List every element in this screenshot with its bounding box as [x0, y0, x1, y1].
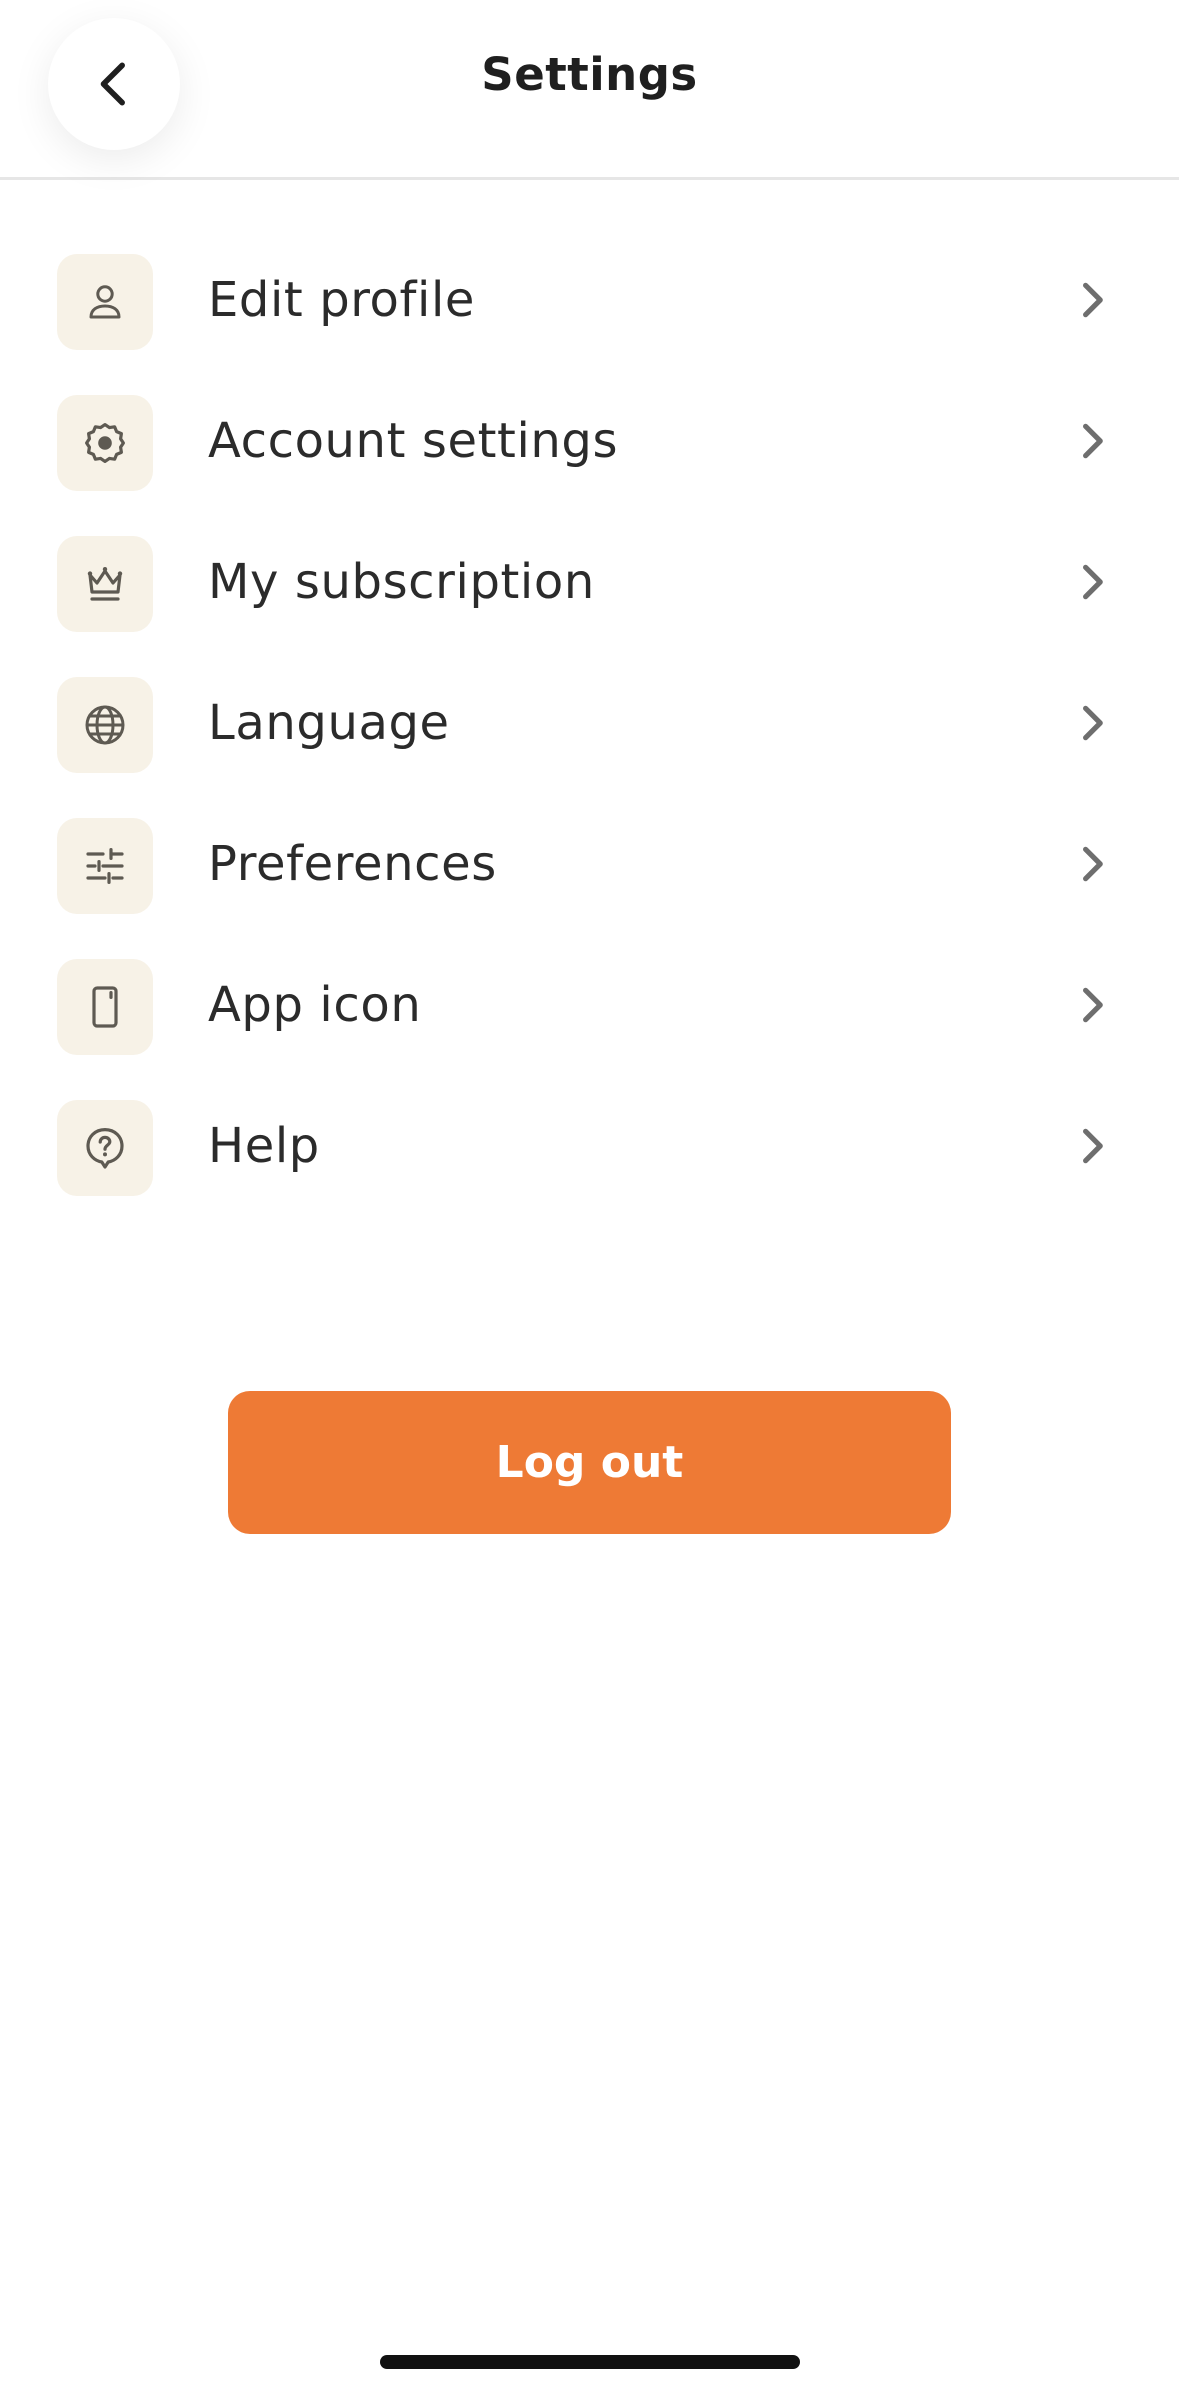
settings-item-label: Account settings	[208, 413, 619, 469]
chevron-right-icon	[1070, 1124, 1114, 1168]
icon-tile	[57, 677, 153, 773]
phone-icon	[92, 986, 118, 1028]
icon-tile	[57, 1100, 153, 1196]
chevron-right-icon	[1070, 560, 1114, 604]
icon-tile	[57, 254, 153, 350]
settings-item-label: Edit profile	[208, 272, 476, 328]
gear-icon	[85, 423, 125, 463]
settings-item-edit-profile[interactable]: Edit profile	[0, 240, 1179, 381]
settings-item-label: Preferences	[208, 836, 497, 892]
help-bubble-icon	[86, 1128, 124, 1169]
settings-item-label: Help	[208, 1118, 320, 1174]
icon-tile	[57, 536, 153, 632]
chevron-right-icon	[1070, 983, 1114, 1027]
page-title: Settings	[481, 48, 698, 101]
home-indicator[interactable]	[380, 2355, 800, 2369]
logout-button[interactable]: Log out	[228, 1391, 951, 1534]
globe-icon	[85, 705, 125, 745]
settings-item-label: Language	[208, 695, 450, 751]
settings-item-preferences[interactable]: Preferences	[0, 804, 1179, 945]
icon-tile	[57, 818, 153, 914]
settings-item-label: App icon	[208, 977, 422, 1033]
settings-item-app-icon[interactable]: App icon	[0, 945, 1179, 1086]
chevron-right-icon	[1070, 701, 1114, 745]
chevron-right-icon	[1070, 419, 1114, 463]
settings-item-label: My subscription	[208, 554, 595, 610]
chevron-right-icon	[1070, 278, 1114, 322]
settings-item-account-settings[interactable]: Account settings	[0, 381, 1179, 522]
icon-tile	[57, 395, 153, 491]
settings-item-language[interactable]: Language	[0, 663, 1179, 804]
settings-item-my-subscription[interactable]: My subscription	[0, 522, 1179, 663]
icon-tile	[57, 959, 153, 1055]
person-icon	[89, 285, 121, 319]
settings-item-help[interactable]: Help	[0, 1086, 1179, 1227]
crown-icon	[87, 567, 123, 601]
header: Settings	[0, 0, 1179, 180]
sliders-icon	[86, 848, 124, 884]
chevron-right-icon	[1070, 842, 1114, 886]
settings-list: Edit profile Account settings My subscri…	[0, 240, 1179, 1227]
